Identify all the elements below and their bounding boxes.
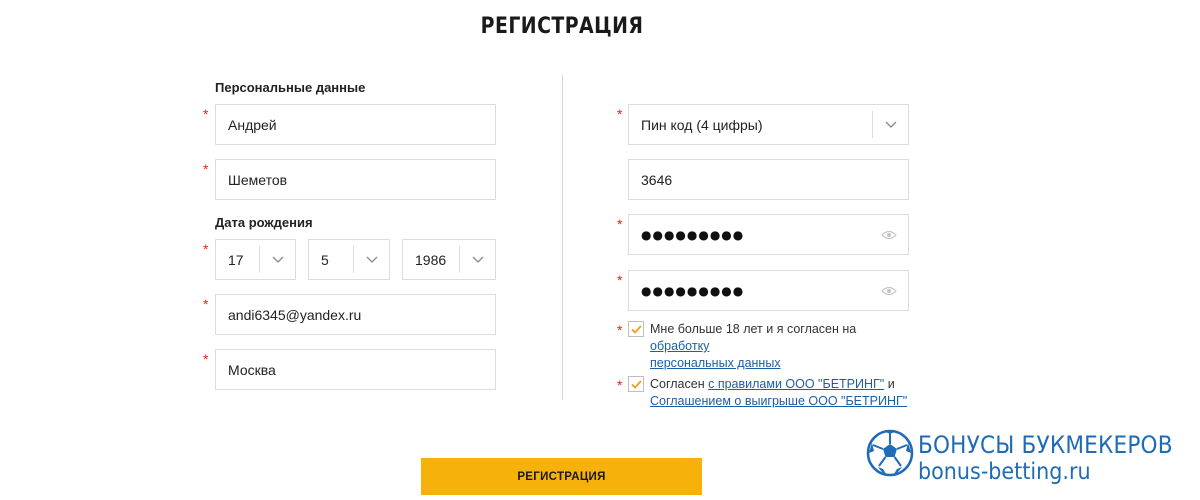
rules-consent-and: и — [884, 377, 895, 391]
required-mark: * — [617, 106, 623, 122]
first-name-input[interactable]: Андрей — [215, 104, 496, 145]
eye-icon[interactable] — [880, 227, 898, 243]
required-mark: * — [617, 322, 623, 338]
personal-data-label: Персональные данные — [215, 80, 366, 95]
age-consent-text: Мне больше 18 лет и я согласен на обрабо… — [650, 321, 915, 372]
pin-code-input[interactable]: 3646 — [628, 159, 909, 200]
required-mark: * — [617, 377, 623, 393]
watermark-url: bonus-betting.ru — [918, 459, 1091, 485]
rules-consent-text: Согласен с правилами ООО "БЕТРИНГ" и Сог… — [650, 376, 920, 410]
age-consent-checkbox[interactable] — [628, 321, 644, 337]
pin-code-select[interactable]: Пин код (4 цифры) — [628, 104, 909, 145]
city-input[interactable]: Москва — [215, 349, 496, 390]
rules-link[interactable]: с правилами ООО "БЕТРИНГ" — [708, 377, 884, 391]
birth-month-select[interactable]: 5 — [308, 239, 390, 280]
required-mark: * — [203, 296, 209, 312]
birth-date-label: Дата рождения — [215, 215, 313, 230]
register-button[interactable]: РЕГИСТРАЦИЯ — [421, 458, 702, 495]
chevron-down-icon[interactable] — [353, 246, 389, 273]
watermark: БОНУСЫ БУКМЕКЕРОВ bonus-betting.ru — [866, 427, 1196, 493]
required-mark: * — [203, 351, 209, 367]
birth-day-select[interactable]: 17 — [215, 239, 296, 280]
last-name-input[interactable]: Шеметов — [215, 159, 496, 200]
password-input[interactable]: ●●●●●●●●● — [628, 214, 909, 255]
page-title: РЕГИСТРАЦИЯ — [480, 14, 644, 39]
eye-icon[interactable] — [880, 283, 898, 299]
personal-data-link[interactable]: обработку — [650, 339, 709, 353]
chevron-down-icon[interactable] — [459, 246, 495, 273]
required-mark: * — [617, 216, 623, 232]
email-input[interactable]: andi6345@yandex.ru — [215, 294, 496, 335]
pin-code-select-value: Пин код (4 цифры) — [641, 116, 763, 133]
birth-year-value: 1986 — [415, 251, 447, 268]
chevron-down-icon[interactable] — [872, 111, 908, 138]
checkmark-icon — [630, 379, 642, 389]
required-mark: * — [617, 272, 623, 288]
birth-day-value: 17 — [228, 251, 244, 268]
first-name-value: Андрей — [228, 116, 277, 133]
required-mark: * — [203, 106, 209, 122]
column-divider — [562, 75, 563, 400]
password-confirm-input[interactable]: ●●●●●●●●● — [628, 270, 909, 311]
password-confirm-mask: ●●●●●●●●● — [641, 283, 745, 298]
age-consent-label: Мне больше 18 лет и я согласен на — [650, 322, 857, 336]
checkmark-icon — [630, 324, 642, 334]
rules-consent-checkbox[interactable] — [628, 376, 644, 392]
city-value: Москва — [228, 361, 276, 378]
birth-month-value: 5 — [321, 251, 329, 268]
email-value: andi6345@yandex.ru — [228, 306, 362, 323]
password-mask: ●●●●●●●●● — [641, 227, 745, 242]
birth-year-select[interactable]: 1986 — [402, 239, 496, 280]
soccer-ball-icon — [866, 429, 914, 477]
watermark-title: БОНУСЫ БУКМЕКЕРОВ — [918, 431, 1173, 459]
personal-data-link-2[interactable]: персональных данных — [650, 356, 781, 370]
last-name-value: Шеметов — [228, 171, 288, 188]
required-mark: * — [203, 161, 209, 177]
chevron-down-icon[interactable] — [259, 246, 295, 273]
pin-code-value: 3646 — [641, 171, 673, 188]
rules-consent-label: Согласен — [650, 377, 709, 391]
required-mark: * — [203, 241, 209, 257]
winnings-agreement-link[interactable]: Соглашением о выигрыше ООО "БЕТРИНГ" — [650, 394, 907, 408]
